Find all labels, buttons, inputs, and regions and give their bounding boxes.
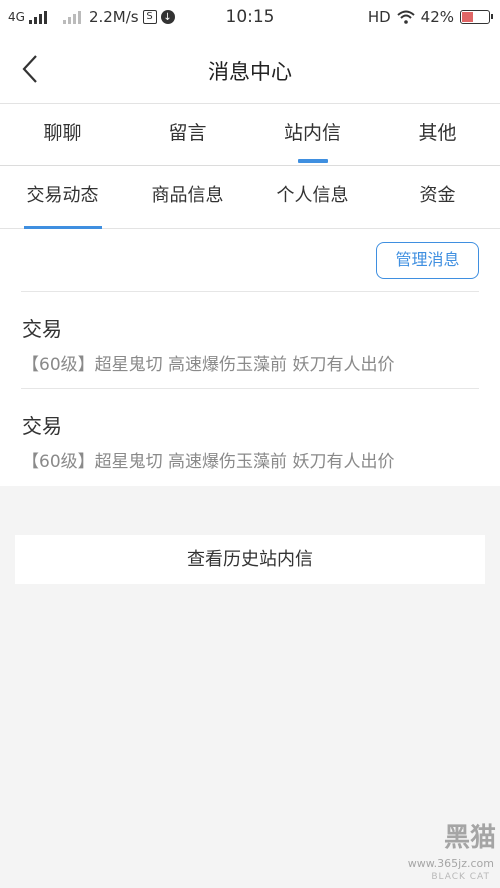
tab-chat[interactable]: 聊聊 [0, 104, 125, 165]
divider [21, 388, 479, 389]
subtab-product-info[interactable]: 商品信息 [125, 166, 250, 228]
subtab-label: 商品信息 [151, 185, 224, 206]
subtab-label: 交易动态 [26, 185, 99, 206]
tab-site-mail[interactable]: 站内信 [250, 104, 375, 165]
status-bar: 4G 2.2M/s S ↓ 10:15 HD 42% [0, 0, 500, 34]
message-title: 交易 [22, 414, 62, 438]
tab-other[interactable]: 其他 [375, 104, 500, 165]
battery-percent: 42% [420, 8, 454, 26]
list-item[interactable]: 交易 【60级】超星鬼切 高速爆伤玉藻前 妖刀有人出价 [22, 410, 479, 472]
view-history-button[interactable]: 查看历史站内信 [15, 535, 485, 584]
status-right: HD 42% [367, 8, 493, 26]
watermark: 黑猫 www.365jz.com BLACK CAT [366, 823, 496, 882]
primary-tabs: 聊聊 留言 站内信 其他 [0, 104, 500, 166]
message-desc: 【60级】超星鬼切 高速爆伤玉藻前 妖刀有人出价 [22, 355, 395, 375]
message-list: 管理消息 交易 【60级】超星鬼切 高速爆伤玉藻前 妖刀有人出价 交易 【60级… [0, 229, 500, 486]
subtab-funds[interactable]: 资金 [375, 166, 500, 228]
battery-fill [462, 12, 473, 22]
list-item[interactable]: 交易 【60级】超星鬼切 高速爆伤玉藻前 妖刀有人出价 [22, 313, 479, 375]
battery-icon [460, 10, 493, 24]
secondary-tabs: 交易动态 商品信息 个人信息 资金 [0, 166, 500, 229]
message-title: 交易 [22, 317, 62, 341]
tab-label: 站内信 [283, 122, 341, 144]
tab-leave-message[interactable]: 留言 [125, 104, 250, 165]
manage-messages-button[interactable]: 管理消息 [376, 242, 479, 279]
subtab-personal-info[interactable]: 个人信息 [250, 166, 375, 228]
watermark-logo: 黑猫 [443, 823, 496, 853]
tab-label: 留言 [168, 122, 207, 144]
subtab-trade-activity[interactable]: 交易动态 [0, 166, 125, 229]
tab-label: 其他 [418, 122, 457, 144]
watermark-url: www.365jz.com [407, 857, 494, 870]
subtab-label: 个人信息 [276, 185, 349, 206]
subtab-label: 资金 [419, 185, 456, 206]
active-tab-indicator [297, 159, 328, 163]
hd-label: HD [367, 8, 391, 26]
wifi-icon [396, 10, 415, 24]
divider [21, 291, 479, 292]
tab-label: 聊聊 [43, 122, 82, 144]
page-title: 消息中心 [208, 60, 292, 84]
watermark-sub: BLACK CAT [431, 872, 490, 882]
nav-bar: 消息中心 [0, 34, 500, 104]
message-desc: 【60级】超星鬼切 高速爆伤玉藻前 妖刀有人出价 [22, 452, 395, 472]
